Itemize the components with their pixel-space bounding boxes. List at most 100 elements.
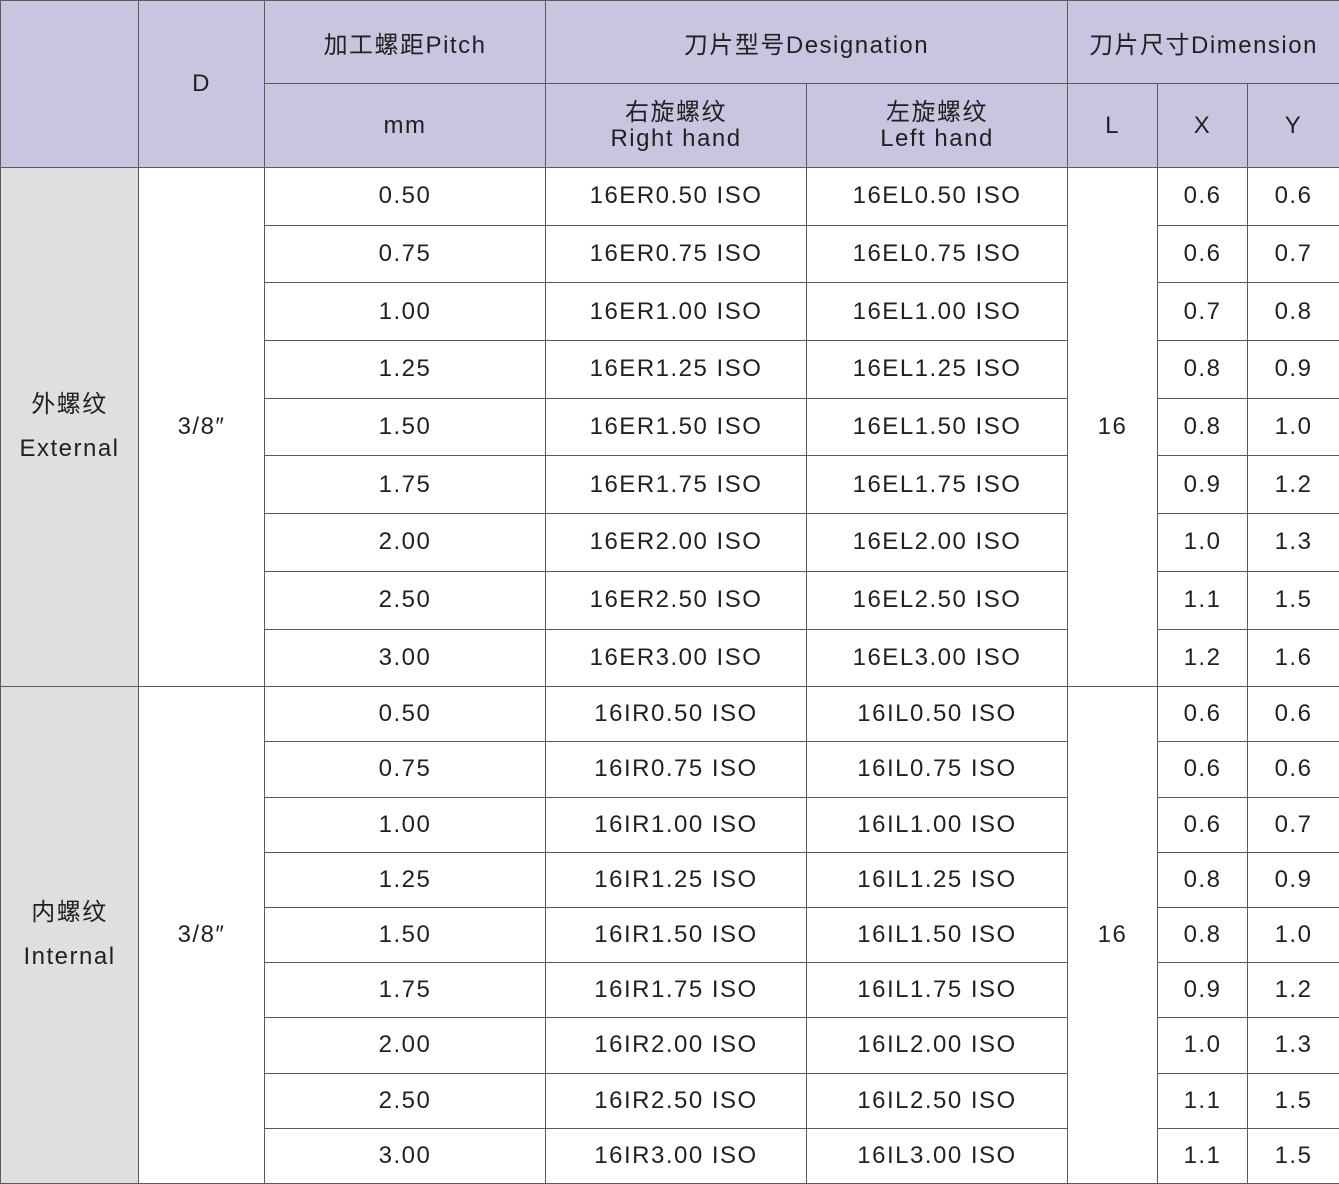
y-value-cell: 0.6 xyxy=(1246,741,1339,798)
x-value-cell: 1.2 xyxy=(1157,628,1248,688)
pitch-cell: 3.00 xyxy=(264,1127,546,1184)
header-x: X xyxy=(1157,83,1248,168)
group-label-en: Internal xyxy=(23,943,116,971)
pitch-cell: 1.50 xyxy=(264,397,546,457)
pitch-cell: 0.75 xyxy=(264,224,546,284)
left-hand-designation-cell: 16EL1.25 ISO xyxy=(806,340,1068,399)
right-hand-designation-cell: 16ER1.25 ISO xyxy=(545,340,807,399)
y-value-cell: 0.6 xyxy=(1246,686,1339,743)
header-left-hand-en: Left hand xyxy=(880,124,994,152)
pitch-cell: 1.00 xyxy=(264,282,546,342)
left-hand-designation-cell: 16EL2.00 ISO xyxy=(806,513,1068,572)
right-hand-designation-cell: 16IR2.50 ISO xyxy=(545,1072,807,1129)
y-value-cell: 1.5 xyxy=(1246,570,1339,630)
y-value-cell: 0.7 xyxy=(1246,796,1339,853)
d-value-cell: 3/8″ xyxy=(138,166,265,688)
left-hand-designation-cell: 16EL1.75 ISO xyxy=(806,455,1068,515)
pitch-cell: 2.00 xyxy=(264,513,546,572)
d-value-cell: 3/8″ xyxy=(138,686,265,1184)
left-hand-designation-cell: 16IL0.75 ISO xyxy=(806,741,1068,798)
left-hand-designation-cell: 16EL2.50 ISO xyxy=(806,570,1068,630)
pitch-cell: 1.00 xyxy=(264,796,546,853)
header-row-top: D 加工螺距Pitch 刀片型号Designation 刀片尺寸Dimensio… xyxy=(0,0,1339,168)
right-hand-designation-cell: 16IR1.25 ISO xyxy=(545,851,807,908)
x-value-cell: 0.6 xyxy=(1157,686,1248,743)
thread-insert-spec-table: D 加工螺距Pitch 刀片型号Designation 刀片尺寸Dimensio… xyxy=(0,0,1339,1184)
group-label-cn: 外螺纹 xyxy=(31,391,108,419)
header-right-hand-en: Right hand xyxy=(610,124,742,152)
x-value-cell: 0.8 xyxy=(1157,397,1248,457)
x-value-cell: 1.1 xyxy=(1157,570,1248,630)
l-value-cell: 16 xyxy=(1067,166,1158,688)
pitch-cell: 1.25 xyxy=(264,851,546,908)
x-value-cell: 0.6 xyxy=(1157,796,1248,853)
right-hand-designation-cell: 16IR0.50 ISO xyxy=(545,686,807,743)
pitch-cell: 2.00 xyxy=(264,1017,546,1074)
x-value-cell: 0.6 xyxy=(1157,167,1248,226)
header-right-hand-cn: 右旋螺纹 xyxy=(625,98,727,126)
pitch-cell: 0.50 xyxy=(264,167,546,226)
l-value-cell: 16 xyxy=(1067,686,1158,1184)
right-hand-designation-cell: 16IR1.00 ISO xyxy=(545,796,807,853)
x-value-cell: 0.6 xyxy=(1157,741,1248,798)
y-value-cell: 1.0 xyxy=(1246,397,1339,457)
table-row: 内螺纹 Internal 3/8″ 0.50 16IR0.50 ISO 16IL0.50 … xyxy=(0,686,1339,1184)
y-value-cell: 0.9 xyxy=(1246,851,1339,908)
pitch-cell: 2.50 xyxy=(264,1072,546,1129)
y-value-cell: 1.0 xyxy=(1246,906,1339,964)
pitch-cell: 1.75 xyxy=(264,962,546,1019)
y-value-cell: 1.2 xyxy=(1246,455,1339,515)
group-label-cn: 内螺纹 xyxy=(31,899,108,927)
header-corner-cell xyxy=(0,0,139,168)
pitch-cell: 1.25 xyxy=(264,340,546,399)
group-label-cell: 外螺纹 External xyxy=(0,166,139,688)
left-hand-designation-cell: 16IL1.25 ISO xyxy=(806,851,1068,908)
left-hand-designation-cell: 16EL1.00 ISO xyxy=(806,282,1068,342)
x-value-cell: 0.9 xyxy=(1157,455,1248,515)
pitch-cell: 1.75 xyxy=(264,455,546,515)
header-y: Y xyxy=(1246,83,1339,168)
x-value-cell: 1.0 xyxy=(1157,513,1248,572)
left-hand-designation-cell: 16EL3.00 ISO xyxy=(806,628,1068,688)
y-value-cell: 1.3 xyxy=(1246,513,1339,572)
y-value-cell: 1.6 xyxy=(1246,628,1339,688)
header-pitch: 加工螺距Pitch xyxy=(264,0,546,84)
header-designation: 刀片型号Designation xyxy=(545,0,1068,84)
x-value-cell: 0.8 xyxy=(1157,851,1248,908)
left-hand-designation-cell: 16IL1.75 ISO xyxy=(806,962,1068,1019)
x-value-cell: 0.7 xyxy=(1157,282,1248,342)
x-value-cell: 0.8 xyxy=(1157,340,1248,399)
x-value-cell: 1.1 xyxy=(1157,1127,1248,1184)
right-hand-designation-cell: 16ER1.50 ISO xyxy=(545,397,807,457)
header-dimension: 刀片尺寸Dimension xyxy=(1066,0,1339,84)
right-hand-designation-cell: 16IR0.75 ISO xyxy=(545,741,807,798)
y-value-cell: 0.7 xyxy=(1246,224,1339,284)
x-value-cell: 0.6 xyxy=(1157,224,1248,284)
header-d: D xyxy=(138,0,265,168)
left-hand-designation-cell: 16EL1.50 ISO xyxy=(806,397,1068,457)
x-value-cell: 0.9 xyxy=(1157,962,1248,1019)
table-row: 外螺纹 External 3/8″ 0.50 16ER0.50 ISO 16EL0.50 … xyxy=(0,166,1339,688)
header-pitch-unit: mm xyxy=(264,83,546,168)
y-value-cell: 0.6 xyxy=(1246,167,1339,226)
pitch-cell: 3.00 xyxy=(264,628,546,688)
group-label-cell: 内螺纹 Internal xyxy=(0,686,139,1184)
pitch-cell: 0.75 xyxy=(264,741,546,798)
y-value-cell: 1.2 xyxy=(1246,962,1339,1019)
right-hand-designation-cell: 16IR3.00 ISO xyxy=(545,1127,807,1184)
right-hand-designation-cell: 16ER1.00 ISO xyxy=(545,282,807,342)
right-hand-designation-cell: 16ER2.00 ISO xyxy=(545,513,807,572)
table-body: 外螺纹 External 3/8″ 0.50 16ER0.50 ISO 16EL0.50 … xyxy=(0,166,1339,1184)
y-value-cell: 1.5 xyxy=(1246,1127,1339,1184)
left-hand-designation-cell: 16IL2.00 ISO xyxy=(806,1017,1068,1074)
right-hand-designation-cell: 16ER0.75 ISO xyxy=(545,224,807,284)
pitch-cell: 1.50 xyxy=(264,906,546,964)
right-hand-designation-cell: 16IR1.50 ISO xyxy=(545,906,807,964)
left-hand-designation-cell: 16IL1.50 ISO xyxy=(806,906,1068,964)
right-hand-designation-cell: 16ER1.75 ISO xyxy=(545,455,807,515)
header-right-hand: 右旋螺纹 Right hand xyxy=(545,83,807,168)
left-hand-designation-cell: 16IL1.00 ISO xyxy=(806,796,1068,853)
header-l: L xyxy=(1067,83,1158,168)
right-hand-designation-cell: 16ER0.50 ISO xyxy=(545,167,807,226)
x-value-cell: 1.1 xyxy=(1157,1072,1248,1129)
